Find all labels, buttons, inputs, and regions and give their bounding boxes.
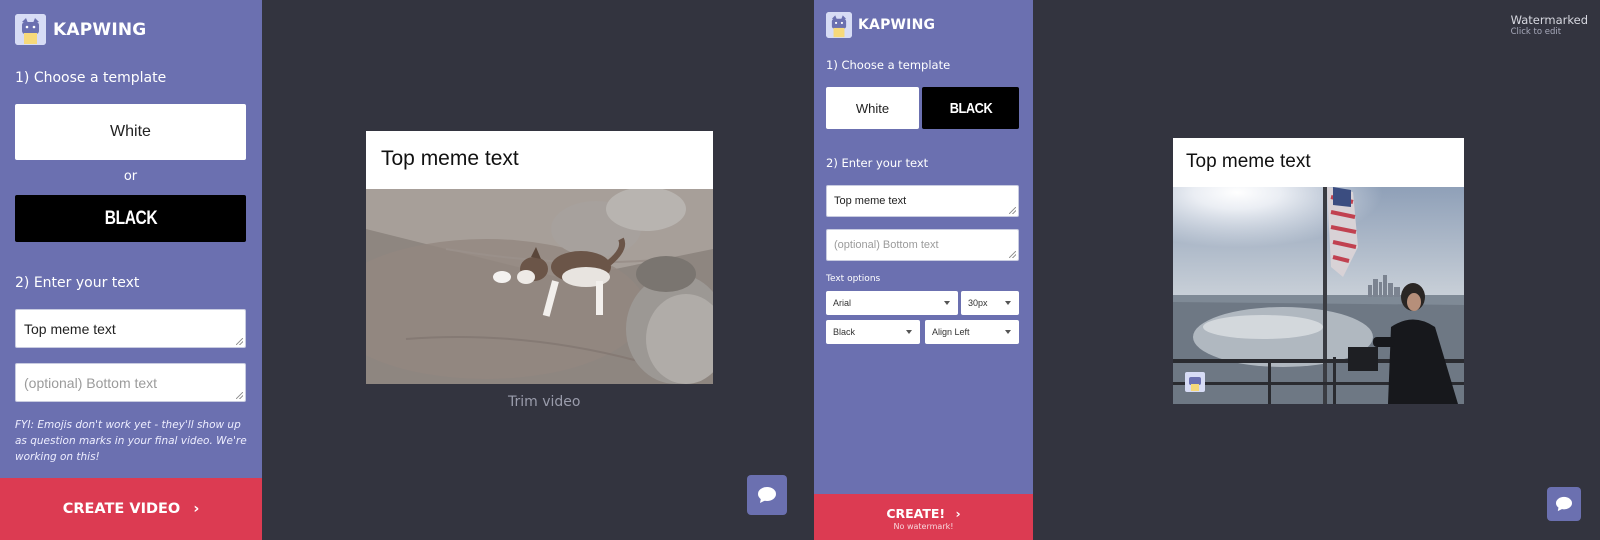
top-text-value: Top meme text [24, 320, 116, 337]
step1-heading: 1) Choose a template [15, 70, 167, 86]
template-white-button[interactable]: White [826, 87, 919, 129]
meme-top-text: Top meme text [1173, 138, 1464, 187]
kapwing-logo-icon [15, 14, 46, 45]
step2-heading: 2) Enter your text [826, 156, 929, 170]
step1-heading: 1) Choose a template [826, 58, 951, 72]
top-text-input[interactable]: Top meme text [826, 185, 1019, 217]
chevron-down-icon [1005, 301, 1011, 305]
create-subtitle: No watermark! [893, 522, 954, 531]
emoji-notice: FYI: Emojis don't work yet - they'll sho… [15, 419, 247, 463]
resize-grip-icon[interactable] [1009, 251, 1016, 258]
create-video-button[interactable]: CREATE VIDEO › [0, 478, 262, 540]
size-select-value: 30px [968, 298, 988, 308]
brand-name: KAPWING [858, 17, 936, 33]
create-video-label: CREATE VIDEO [62, 501, 181, 517]
or-separator: or [123, 169, 138, 184]
resize-grip-icon[interactable] [1009, 207, 1016, 214]
brand-logo[interactable]: KAPWING [826, 12, 935, 38]
chevron-down-icon [906, 330, 912, 334]
color-select[interactable]: Black [826, 320, 920, 344]
font-select[interactable]: Arial [826, 291, 958, 315]
top-text-input[interactable]: Top meme text [15, 309, 246, 348]
resize-grip-icon[interactable] [236, 338, 243, 345]
image-preview: Top meme text [1173, 138, 1464, 404]
chevron-right-icon: › [193, 501, 200, 517]
text-options-label: Text options [826, 274, 881, 284]
align-select-value: Align Left [932, 327, 970, 337]
chat-button[interactable] [1547, 487, 1581, 521]
align-select[interactable]: Align Left [925, 320, 1019, 344]
right-sidebar: KAPWING 1) Choose a template White BLACK… [814, 0, 1033, 540]
chat-bubble-icon [758, 487, 776, 503]
template-black-label: BLACK [104, 207, 157, 229]
bottom-text-input[interactable]: (optional) Bottom text [15, 363, 246, 402]
template-black-label: BLACK [949, 99, 992, 117]
meme-top-text: Top meme text [366, 131, 713, 189]
template-white-button[interactable]: White [15, 104, 246, 160]
watermark-subtitle: Click to edit [1510, 27, 1562, 37]
create-button[interactable]: CREATE! › No watermark! [814, 494, 1033, 540]
left-sidebar: KAPWING 1) Choose a template White or BL… [0, 0, 262, 540]
template-black-button[interactable]: BLACK [15, 195, 246, 242]
chevron-down-icon [1005, 330, 1011, 334]
video-preview: Top meme text [366, 131, 713, 384]
bottom-text-input[interactable]: (optional) Bottom text [826, 229, 1019, 261]
step2-heading: 2) Enter your text [15, 275, 140, 291]
bottom-text-placeholder: (optional) Bottom text [834, 239, 939, 251]
bottom-text-placeholder: (optional) Bottom text [24, 374, 158, 391]
top-text-value: Top meme text [834, 195, 907, 207]
chevron-right-icon: › [955, 506, 961, 521]
watermark-toggle[interactable]: Watermarked Click to edit [1511, 13, 1588, 37]
resize-grip-icon[interactable] [236, 392, 243, 399]
create-label: CREATE! [886, 506, 946, 521]
brand-logo[interactable]: KAPWING [15, 14, 146, 45]
trim-video-link[interactable]: Trim video [508, 394, 580, 410]
ferry-photo [1173, 187, 1464, 404]
color-select-value: Black [833, 327, 856, 337]
chevron-down-icon [944, 301, 950, 305]
template-black-button[interactable]: BLACK [922, 87, 1019, 129]
brand-name: KAPWING [53, 19, 147, 40]
font-select-value: Arial [833, 298, 852, 308]
dog-video-frame [366, 189, 713, 384]
size-select[interactable]: 30px [961, 291, 1019, 315]
chat-bubble-icon [1556, 496, 1572, 512]
chat-button[interactable] [747, 475, 787, 515]
kapwing-logo-icon [826, 12, 852, 38]
watermark-title: Watermarked [1510, 13, 1588, 27]
